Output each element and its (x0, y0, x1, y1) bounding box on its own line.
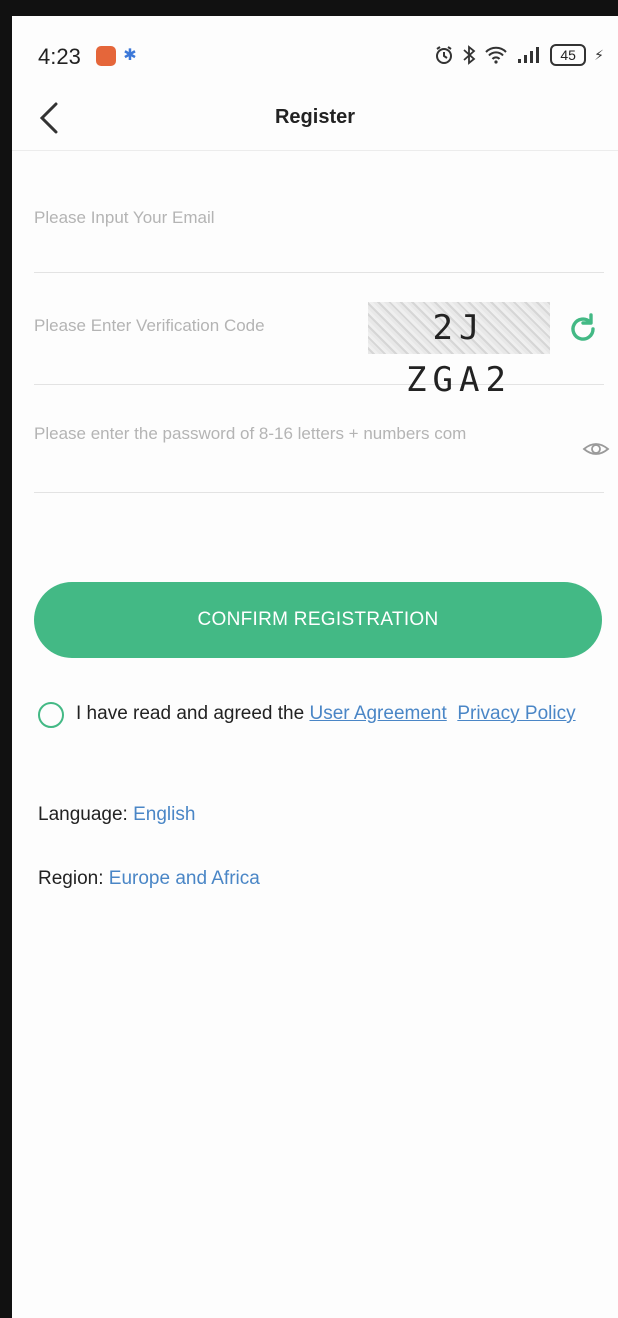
battery-icon: 45 (550, 44, 587, 66)
password-placeholder: Please enter the password of 8-16 letter… (34, 424, 467, 443)
signal-icon (518, 47, 540, 63)
wifi-icon (485, 46, 507, 64)
eye-icon[interactable] (582, 438, 610, 460)
confirm-registration-button[interactable]: CONFIRM REGISTRATION (34, 582, 602, 658)
agreement-label: I have read and agreed the (76, 703, 310, 724)
region-label: Region: (38, 868, 109, 889)
region-value[interactable]: Europe and Africa (109, 868, 260, 889)
alarm-icon (436, 46, 453, 64)
captcha-image[interactable]: 2J ZGA2 (368, 302, 550, 400)
agreement-radio[interactable] (38, 702, 64, 728)
user-agreement-link[interactable]: User Agreement (309, 703, 446, 724)
app-screen: 4:23 ✱ 45 ⚡ Register Please Input Your E… (12, 16, 618, 1318)
language-value[interactable]: English (133, 804, 195, 825)
verification-code-field[interactable]: Please Enter Verification Code 2J ZGA2 (34, 272, 604, 400)
verification-code-placeholder: Please Enter Verification Code (34, 316, 265, 335)
refresh-icon[interactable] (566, 312, 600, 346)
status-icons: 45 ⚡ (434, 42, 604, 68)
language-row: Language: English (38, 804, 195, 826)
language-label: Language: (38, 804, 134, 825)
bluetooth-icon: ✱ (123, 47, 137, 64)
password-field[interactable]: Please enter the password of 8-16 letter… (34, 384, 610, 493)
battery-level: 45 (560, 47, 576, 63)
agreement-text: I have read and agreed the User Agreemen… (76, 700, 616, 728)
status-bar: 4:23 ✱ 45 ⚡ (12, 16, 618, 86)
app-notification-icon (96, 46, 116, 66)
device-frame-left (0, 0, 12, 1318)
email-field[interactable]: Please Input Your Email (34, 192, 604, 273)
status-time: 4:23 (38, 44, 81, 69)
page-title: Register (274, 106, 356, 128)
device-frame-top (0, 0, 618, 16)
header: Register (12, 86, 618, 151)
region-row: Region: Europe and Africa (38, 868, 260, 890)
bluetooth-icon (463, 45, 476, 65)
privacy-policy-link[interactable]: Privacy Policy (457, 703, 575, 724)
charging-icon: ⚡ (594, 46, 604, 63)
email-placeholder: Please Input Your Email (34, 208, 215, 227)
